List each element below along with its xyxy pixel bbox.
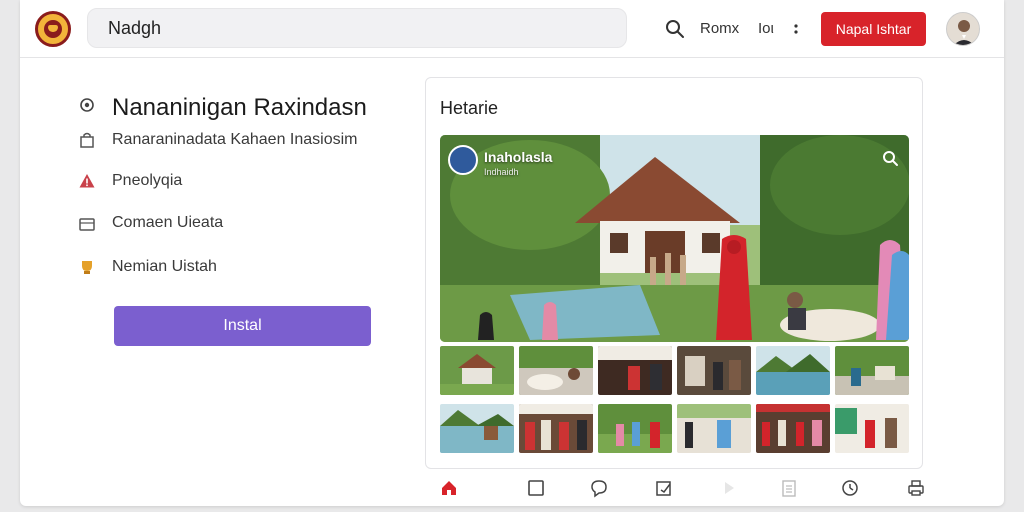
search-bar[interactable]	[87, 8, 627, 48]
bag-icon	[80, 132, 94, 148]
thumbnail[interactable]	[440, 404, 514, 453]
chat-icon[interactable]	[589, 478, 609, 498]
header-link-2[interactable]: Ιοι	[758, 20, 774, 37]
briefcase-icon	[79, 218, 95, 231]
menu-item-3[interactable]: Comaen Uieata	[78, 211, 223, 235]
thumbnail[interactable]	[677, 404, 751, 453]
install-button[interactable]: Instal	[114, 306, 371, 346]
menu-item-label: Pneolyqia	[112, 172, 183, 189]
app-logo[interactable]	[35, 11, 71, 47]
trophy-icon	[82, 261, 92, 274]
page-title: Nananinigan Raxindasn	[112, 94, 367, 121]
menu-item-2[interactable]: Pneolyqia	[78, 169, 182, 193]
user-avatar[interactable]	[946, 12, 980, 46]
clock-icon[interactable]	[840, 478, 860, 498]
app-window: Romx Ιοι Napal Ishtar Nananinigan Raxind…	[20, 0, 1004, 506]
thumbnail[interactable]	[835, 346, 909, 395]
thumbnail[interactable]	[519, 404, 593, 453]
top-header: Romx Ιοι Napal Ishtar	[20, 0, 1004, 58]
gear-icon	[80, 98, 94, 112]
search-icon[interactable]	[881, 149, 899, 167]
thumbnail[interactable]	[598, 346, 672, 395]
menu-item-label: Ranaraninadata Kahaen Inasiosim	[112, 131, 358, 148]
gallery-card: Hetarie Inaholasla Indhaidh	[425, 77, 923, 469]
hero-image[interactable]: Inaholasla Indhaidh	[440, 135, 909, 342]
more-vertical-icon[interactable]	[790, 18, 802, 40]
document-icon[interactable]	[779, 478, 799, 498]
menu-item-label: Nemian Uistah	[112, 258, 217, 275]
home-icon[interactable]	[439, 478, 459, 498]
thumbnail[interactable]	[835, 404, 909, 453]
warning-icon	[79, 174, 95, 188]
thumbnail[interactable]	[677, 346, 751, 395]
print-icon[interactable]	[906, 478, 926, 498]
search-icon[interactable]	[664, 18, 686, 40]
thumbnail[interactable]	[440, 346, 514, 395]
thumbnail[interactable]	[756, 404, 830, 453]
thumbnail[interactable]	[598, 404, 672, 453]
search-input[interactable]	[88, 9, 626, 47]
play-icon[interactable]	[719, 478, 739, 498]
hero-title: Inaholasla	[484, 149, 553, 165]
thumbnail[interactable]	[519, 346, 593, 395]
primary-action-button[interactable]: Napal Ishtar	[821, 12, 926, 46]
thumbnail[interactable]	[756, 346, 830, 395]
channel-avatar[interactable]	[448, 145, 478, 175]
menu-item-4[interactable]: Nemian Uistah	[78, 255, 217, 279]
card-title: Hetarie	[440, 98, 499, 118]
hero-subtitle: Indhaidh	[484, 167, 519, 177]
square-icon[interactable]	[526, 478, 546, 498]
bottom-navigation	[425, 474, 925, 502]
menu-item-label: Comaen Uieata	[112, 214, 224, 231]
edit-icon[interactable]	[654, 478, 674, 498]
header-link-1[interactable]: Romx	[700, 20, 739, 37]
menu-item-1[interactable]: Ranaraninadata Kahaen Inasiosim	[78, 128, 358, 152]
